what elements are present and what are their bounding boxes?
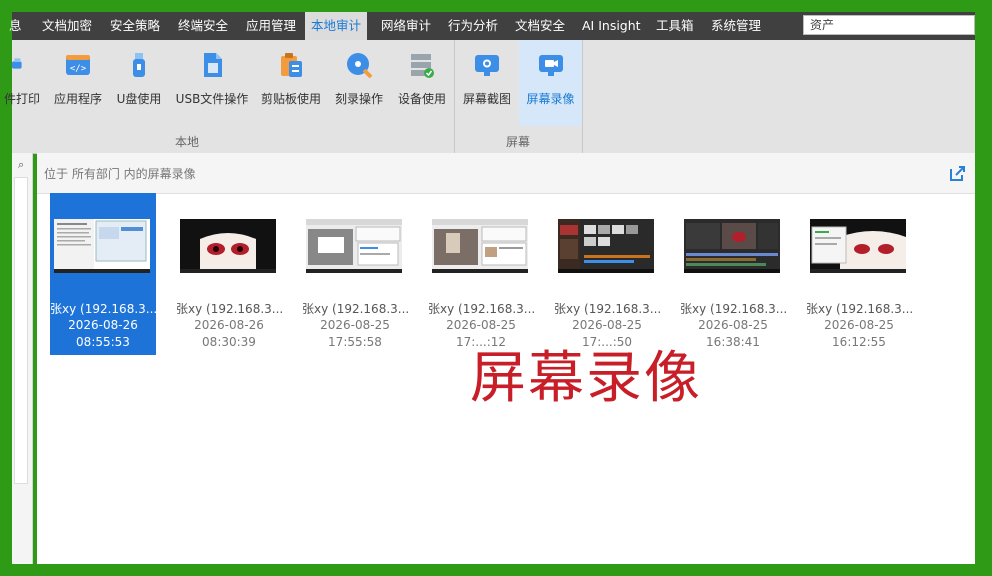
- application-button[interactable]: </> 应用程序: [48, 40, 108, 126]
- menu-item-network-audit[interactable]: 网络审计: [381, 12, 431, 40]
- recording-thumbnail[interactable]: 张xy (192.168.3... 2026-08-26 08:55:53: [50, 193, 156, 355]
- video-screen-icon: [538, 55, 563, 76]
- location-bar: 位于 所有部门 内的屏幕录像: [37, 153, 975, 194]
- search-input[interactable]: 资产: [803, 15, 975, 35]
- recording-preview: [432, 219, 528, 273]
- print-button[interactable]: 件打印: [4, 40, 44, 126]
- printer-icon: [12, 58, 22, 69]
- screen-recording-button[interactable]: 屏幕录像: [519, 40, 582, 126]
- usb-file-icon: [204, 53, 222, 77]
- svg-text:</>: </>: [70, 64, 87, 74]
- recording-preview: [684, 219, 780, 273]
- recording-preview: [558, 219, 654, 273]
- overlay-caption: 屏幕录像: [470, 346, 702, 411]
- menu-item-toolbox[interactable]: 工具箱: [656, 12, 694, 40]
- recording-thumbnail[interactable]: 张xy (192.168.3... 2026-08-25 17:...:12: [428, 193, 534, 355]
- menu-item-doc-security[interactable]: 文档安全: [515, 12, 565, 40]
- device-usage-button[interactable]: 设备使用: [394, 40, 450, 126]
- tree-search-icon[interactable]: ⌕: [18, 158, 24, 172]
- menu-item-security-policy[interactable]: 安全策略: [110, 12, 160, 40]
- menu-item-app-management[interactable]: 应用管理: [246, 12, 296, 40]
- menu-item-behavior-analysis[interactable]: 行为分析: [448, 12, 498, 40]
- menu-item-endpoint-security[interactable]: 终端安全: [178, 12, 228, 40]
- recording-thumbnail[interactable]: 张xy (192.168.3... 2026-08-26 08:30:39: [176, 193, 282, 355]
- group-label-screen: 屏幕: [506, 135, 531, 149]
- screenshot-button[interactable]: 屏幕截图: [458, 40, 516, 126]
- recording-thumbnail[interactable]: 张xy (192.168.3... 2026-08-25 17:...:50: [554, 193, 660, 355]
- burn-operation-button[interactable]: 刻录操作: [328, 40, 390, 126]
- clipboard-button[interactable]: 剪贴板使用: [258, 40, 324, 126]
- recording-thumbnail[interactable]: 张xy (192.168.3... 2026-08-25 16:12:55: [806, 193, 912, 355]
- ribbon-toolbar: 件打印 </> 应用程序 U盘使用 USB文件操作 剪贴板使用 刻录操作 设备使…: [4, 40, 975, 154]
- menu-item-ai-insight[interactable]: AI Insight: [582, 12, 641, 40]
- recording-preview: [180, 219, 276, 273]
- recording-preview: [54, 219, 150, 273]
- clipboard-icon: [281, 53, 302, 77]
- menu-item-local-audit[interactable]: 本地审计: [305, 12, 368, 40]
- usb-drive-button[interactable]: U盘使用: [112, 40, 166, 126]
- code-window-icon: </>: [66, 55, 90, 75]
- menu-item-doc-encrypt[interactable]: 文档加密: [42, 12, 92, 40]
- disc-burn-icon: [347, 53, 373, 79]
- recording-preview: [306, 219, 402, 273]
- recording-preview: [810, 219, 906, 273]
- group-label-local: 本地: [175, 135, 200, 149]
- camera-screen-icon: [475, 55, 499, 76]
- recording-thumbnail[interactable]: 张xy (192.168.3... 2026-08-25 17:55:58: [302, 193, 408, 355]
- device-check-icon: [411, 54, 434, 78]
- menu-item-system-management[interactable]: 系统管理: [711, 12, 761, 40]
- recording-thumbnail[interactable]: 张xy (192.168.3... 2026-08-25 16:38:41: [680, 193, 786, 355]
- menu-item-info[interactable]: 息: [9, 12, 22, 40]
- group-divider: [454, 40, 455, 153]
- left-scrollbar[interactable]: [14, 177, 28, 484]
- location-text: 位于 所有部门 内的屏幕录像: [44, 167, 196, 181]
- usb-drive-icon: [133, 53, 145, 77]
- export-icon[interactable]: [949, 164, 967, 182]
- group-divider: [582, 40, 583, 153]
- usb-file-operation-button[interactable]: USB文件操作: [170, 40, 254, 126]
